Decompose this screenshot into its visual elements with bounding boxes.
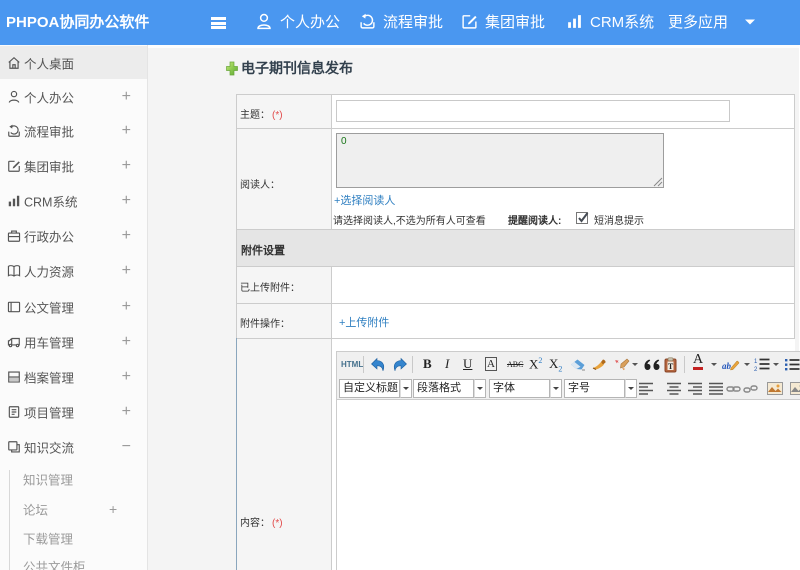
svg-text:1: 1 <box>754 359 758 365</box>
svg-text:ab: ab <box>722 361 732 371</box>
svg-text:2: 2 <box>754 367 758 372</box>
svg-text:T: T <box>668 362 674 371</box>
